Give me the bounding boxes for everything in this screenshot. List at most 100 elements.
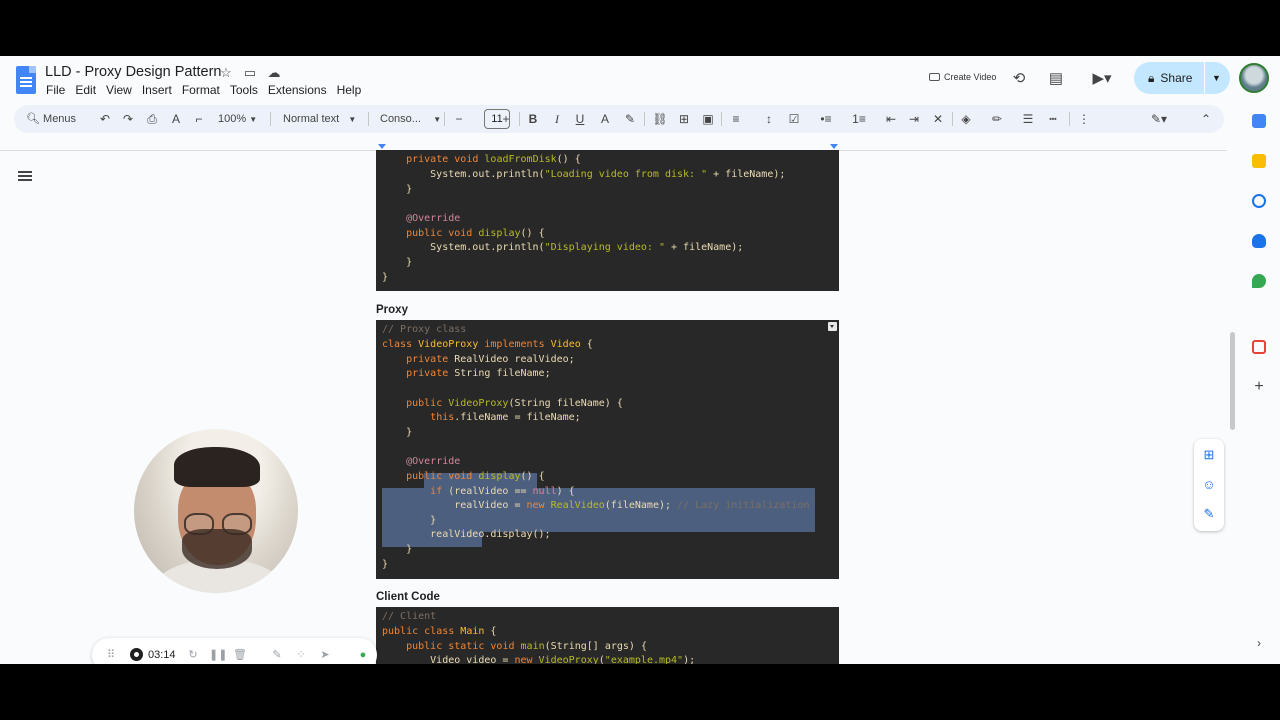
right-indent-marker[interactable] — [830, 144, 838, 149]
comments-icon[interactable]: ▤ — [1046, 69, 1066, 89]
code-block-menu-icon[interactable] — [828, 322, 837, 331]
google-docs-window: LLD - Proxy Design Pattern ☆ ▭ ☁ File Ed… — [0, 56, 1280, 664]
calendar-icon[interactable] — [1252, 114, 1266, 128]
border-dash-icon[interactable]: ┅ — [1044, 105, 1062, 133]
italic-icon[interactable]: I — [548, 105, 566, 133]
code-line: Video video = new VideoProxy("example.mp… — [382, 655, 696, 664]
menus-search-label: Menus — [43, 113, 77, 125]
code-block-realvideo[interactable]: private void loadFromDisk() { System.out… — [376, 150, 839, 291]
office-addon-icon[interactable] — [1252, 340, 1266, 354]
restart-icon[interactable]: ↻ — [186, 647, 200, 663]
increase-indent-icon[interactable]: ⇥ — [905, 105, 923, 133]
increase-font-size-icon[interactable]: + — [497, 105, 515, 133]
formatting-toolbar: 🔍︎ Menus ↶ ↷ ⎙ A ⌐ 100% ▼ Normal text ▼ … — [14, 105, 1224, 133]
code-block-client[interactable]: // Client public class Main { public sta… — [376, 607, 839, 664]
decrease-font-size-icon[interactable]: − — [450, 105, 468, 133]
decrease-indent-icon[interactable]: ⇤ — [882, 105, 900, 133]
add-comment-float-icon[interactable]: ⊞ — [1201, 447, 1217, 463]
tasks-icon[interactable] — [1252, 194, 1266, 208]
print-icon[interactable]: ⎙ — [143, 105, 161, 133]
document-body[interactable]: private void loadFromDisk() { System.out… — [376, 150, 840, 664]
microphone-icon[interactable]: ● — [356, 647, 370, 663]
font-value: Conso... — [380, 113, 421, 125]
line-spacing-icon[interactable]: ↕ — [760, 105, 778, 133]
bold-icon[interactable]: B — [524, 105, 542, 133]
align-icon[interactable]: ≡ — [727, 105, 745, 133]
highlight-icon[interactable]: ✎ — [621, 105, 639, 133]
share-button[interactable]: 🔒︎ Share ▼ — [1134, 62, 1230, 94]
checklist-icon[interactable]: ☑ — [785, 105, 803, 133]
expand-panel-icon[interactable]: › — [1252, 636, 1266, 650]
menu-view[interactable]: View — [106, 83, 132, 97]
menu-help[interactable]: Help — [337, 83, 362, 97]
recording-controls: ⠿ 03:14 ↻ ❚❚ 🗑︎ ✎ ⁘ ➤ ● — [92, 638, 377, 664]
redo-icon[interactable]: ↷ — [119, 105, 137, 133]
menu-insert[interactable]: Insert — [142, 83, 172, 97]
docs-logo-icon[interactable] — [16, 66, 36, 94]
spellcheck-icon[interactable]: A — [167, 105, 185, 133]
menu-extensions[interactable]: Extensions — [268, 83, 327, 97]
stop-recording-button[interactable] — [130, 648, 143, 661]
border-width-icon[interactable]: ☰ — [1019, 105, 1037, 133]
document-title[interactable]: LLD - Proxy Design Pattern — [45, 64, 222, 80]
grid-icon[interactable]: ⁘ — [294, 647, 308, 663]
add-addon-icon[interactable]: + — [1252, 379, 1266, 395]
cloud-status-icon[interactable]: ☁ — [266, 65, 282, 81]
code-line: } — [382, 257, 413, 268]
code-line: public class Main { — [382, 626, 497, 637]
collapse-toolbar-icon[interactable]: ⌃ — [1197, 105, 1215, 133]
avatar[interactable] — [1239, 63, 1269, 93]
version-history-icon[interactable]: ⟲ — [1009, 69, 1029, 89]
maps-icon[interactable] — [1252, 274, 1266, 288]
paragraph-style-select[interactable]: Normal text ▼ — [283, 105, 356, 133]
menu-bar: File Edit View Insert Format Tools Exten… — [46, 83, 371, 97]
text-color-icon[interactable]: A — [596, 105, 614, 133]
heading-client-code: Client Code — [376, 591, 440, 603]
undo-icon[interactable]: ↶ — [96, 105, 114, 133]
floating-tools: ⊞ ☺ ✎ — [1194, 439, 1224, 531]
suggest-edits-icon[interactable]: ✎ — [1201, 506, 1217, 522]
clear-formatting-icon[interactable]: ✕ — [929, 105, 947, 133]
create-video-button[interactable]: Create Video — [929, 72, 996, 82]
delete-icon[interactable]: 🗑︎ — [233, 647, 247, 663]
left-indent-marker[interactable] — [378, 144, 386, 149]
draw-icon[interactable]: ✎ — [270, 647, 284, 663]
keep-icon[interactable] — [1252, 154, 1266, 168]
meet-icon[interactable]: ▶▾ — [1086, 69, 1118, 89]
menu-file[interactable]: File — [46, 83, 65, 97]
border-color-icon[interactable]: ✏ — [988, 105, 1006, 133]
add-comment-icon[interactable]: ⊞ — [675, 105, 693, 133]
document-outline-icon[interactable] — [18, 170, 32, 182]
drag-handle-icon[interactable]: ⠿ — [104, 647, 118, 663]
numbered-list-icon[interactable]: 1≡ — [850, 105, 868, 133]
more-options-icon[interactable]: ⋮ — [1075, 105, 1093, 133]
code-line: private void loadFromDisk() { — [406, 154, 581, 165]
create-video-label: Create Video — [944, 72, 997, 82]
code-line: // Client — [382, 611, 437, 622]
code-line: } — [382, 427, 413, 438]
bulleted-list-icon[interactable]: •≡ — [817, 105, 835, 133]
move-folder-icon[interactable]: ▭ — [242, 65, 258, 81]
fill-color-icon[interactable]: ◈ — [957, 105, 975, 133]
webcam-overlay[interactable] — [134, 429, 298, 593]
pause-icon[interactable]: ❚❚ — [209, 647, 227, 663]
font-select[interactable]: Conso... ▼ — [380, 105, 441, 133]
cursor-icon[interactable]: ➤ — [318, 647, 332, 663]
underline-icon[interactable]: U — [571, 105, 589, 133]
scrollbar[interactable] — [1230, 332, 1235, 430]
link-icon[interactable]: ⛓ — [651, 105, 669, 133]
menu-format[interactable]: Format — [182, 83, 220, 97]
star-icon[interactable]: ☆ — [218, 65, 234, 81]
paint-format-icon[interactable]: ⌐ — [190, 105, 208, 133]
menu-tools[interactable]: Tools — [230, 83, 258, 97]
menu-edit[interactable]: Edit — [75, 83, 96, 97]
code-block-proxy[interactable]: // Proxy class class VideoProxy implemen… — [376, 320, 839, 579]
zoom-select[interactable]: 100% ▼ — [218, 105, 257, 133]
insert-image-icon[interactable]: ▣ — [699, 105, 717, 133]
menus-search[interactable]: 🔍︎ Menus — [26, 105, 76, 133]
contacts-icon[interactable] — [1252, 234, 1266, 248]
code-line: @Override — [406, 213, 461, 224]
editing-mode-icon[interactable]: ✎▾ — [1144, 105, 1174, 133]
chevron-down-icon[interactable]: ▼ — [1212, 73, 1221, 83]
emoji-reaction-icon[interactable]: ☺ — [1201, 477, 1217, 493]
